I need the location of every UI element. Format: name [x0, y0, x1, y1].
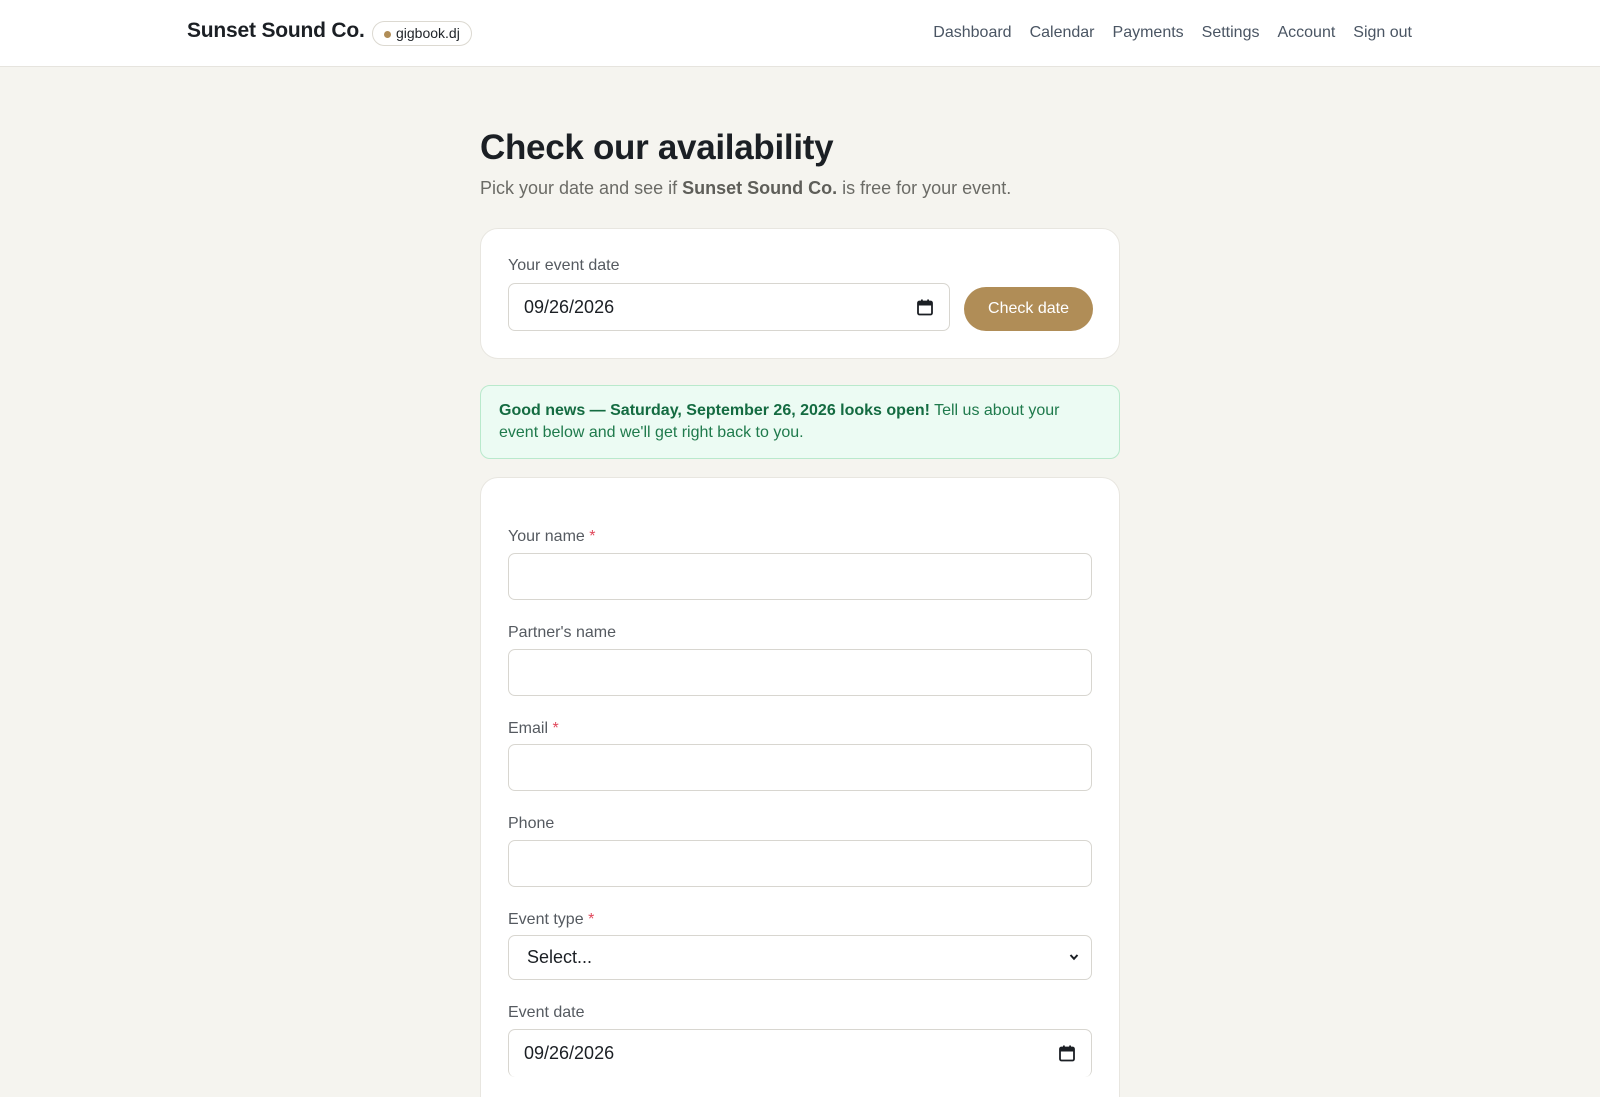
event-date-check-label: Your event date	[508, 257, 620, 274]
subtitle-pre: Pick your date and see if	[480, 178, 683, 198]
event-date-check-value: 09/26/2026	[524, 297, 615, 317]
nav-account[interactable]: Account	[1277, 22, 1335, 44]
page-title: Check our availability	[480, 128, 834, 167]
event-type-label-text: Event type	[508, 911, 584, 928]
subtitle-post: is free for your event.	[837, 178, 1012, 198]
nav-sign-out[interactable]: Sign out	[1353, 22, 1412, 44]
availability-alert: Good news — Saturday, September 26, 2026…	[480, 385, 1120, 459]
top-nav-bar: Sunset Sound Co. gigbook.dj Dashboard Ca…	[0, 0, 1600, 67]
email-label: Email *	[508, 720, 559, 738]
check-date-button[interactable]: Check date	[964, 287, 1093, 331]
badge-label: gigbook.dj	[396, 25, 460, 41]
email-label-text: Email	[508, 720, 549, 737]
partner-name-input[interactable]	[508, 649, 1092, 696]
status-dot-icon	[384, 31, 391, 38]
event-type-label: Event type *	[508, 911, 594, 929]
calendar-icon[interactable]	[917, 299, 933, 316]
main-nav: Dashboard Calendar Payments Settings Acc…	[933, 22, 1412, 44]
gigbook-badge: gigbook.dj	[372, 21, 472, 46]
phone-label: Phone	[508, 815, 555, 832]
calendar-icon[interactable]	[1059, 1045, 1075, 1062]
event-date-input[interactable]: 09/26/2026	[508, 1029, 1092, 1077]
name-label: Your name *	[508, 528, 595, 546]
name-label-text: Your name	[508, 528, 585, 545]
event-type-select[interactable]: Select...	[508, 935, 1092, 980]
required-mark: *	[589, 528, 596, 545]
nav-calendar[interactable]: Calendar	[1030, 22, 1095, 44]
event-date-value: 09/26/2026	[524, 1043, 615, 1063]
brand-name[interactable]: Sunset Sound Co.	[187, 19, 365, 43]
nav-settings[interactable]: Settings	[1202, 22, 1260, 44]
partner-name-label: Partner's name	[508, 624, 616, 641]
event-date-check-input[interactable]: 09/26/2026	[508, 283, 950, 331]
phone-input[interactable]	[508, 840, 1092, 887]
event-date-label: Event date	[508, 1004, 585, 1021]
email-input[interactable]	[508, 744, 1092, 791]
name-input[interactable]	[508, 553, 1092, 600]
required-mark: *	[588, 911, 595, 928]
chevron-down-icon	[1069, 954, 1079, 961]
nav-dashboard[interactable]: Dashboard	[933, 22, 1011, 44]
subtitle-brand: Sunset Sound Co.	[682, 178, 838, 198]
required-mark: *	[552, 720, 559, 737]
event-type-value: Select...	[527, 947, 593, 967]
page-subtitle: Pick your date and see if Sunset Sound C…	[480, 178, 1011, 199]
nav-payments[interactable]: Payments	[1113, 22, 1184, 44]
alert-headline: Good news — Saturday, September 26, 2026…	[499, 402, 930, 419]
